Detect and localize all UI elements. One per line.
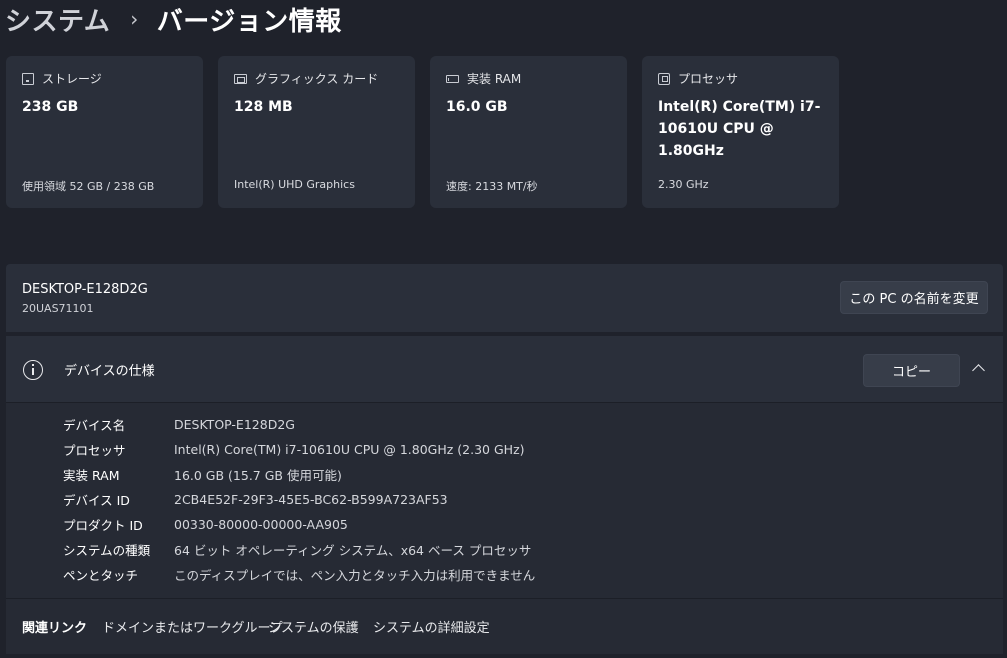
device-spec-header[interactable]: デバイスの仕様 コピー — [6, 336, 1003, 402]
related-links-title: 関連リンク — [22, 621, 88, 636]
rename-pc-button[interactable]: この PC の名前を変更 — [840, 281, 988, 314]
card-value: 16.0 GB — [446, 99, 508, 115]
card-subtitle: 2.30 GHz — [658, 178, 709, 191]
processor-icon — [658, 72, 670, 85]
card-value: 128 MB — [234, 99, 293, 115]
page-title: バージョン情報 — [156, 6, 342, 37]
device-spec-section: デバイスの仕様 コピー デバイス名 DESKTOP-E128D2G プロセッサ … — [6, 336, 1003, 654]
spec-value: 16.0 GB (15.7 GB 使用可能) — [174, 468, 342, 483]
graphics-card: グラフィックス カード 128 MB Intel(R) UHD Graphics — [218, 56, 415, 208]
spec-value: 00330-80000-00000-AA905 — [174, 517, 348, 532]
domain-workgroup-link[interactable]: ドメインまたはワークグループ — [102, 617, 283, 636]
spec-table: デバイス名 DESKTOP-E128D2G プロセッサ Intel(R) Cor… — [6, 412, 1003, 587]
spec-label: 実装 RAM — [63, 468, 120, 483]
card-title: グラフィックス カード — [255, 72, 379, 86]
divider — [6, 402, 1003, 403]
storage-icon — [22, 72, 34, 85]
spec-row: 実装 RAM 16.0 GB (15.7 GB 使用可能) — [6, 462, 1003, 487]
processor-card: プロセッサ Intel(R) Core(TM) i7-10610U CPU @ … — [642, 56, 839, 208]
spec-value: 2CB4E52F-29F3-45E5-BC62-B599A723AF53 — [174, 492, 448, 507]
device-spec-title: デバイスの仕様 — [64, 364, 155, 379]
spec-label: ペンとタッチ — [63, 568, 139, 583]
related-links: 関連リンク ドメインまたはワークグループ システムの保護 システムの詳細設定 — [6, 598, 1003, 654]
device-name-row: DESKTOP-E128D2G 20UAS71101 この PC の名前を変更 — [6, 264, 1003, 332]
device-name: DESKTOP-E128D2G — [22, 282, 148, 297]
spec-label: プロダクト ID — [63, 518, 143, 533]
spec-label: デバイス ID — [63, 493, 130, 508]
spec-label: デバイス名 — [63, 418, 126, 433]
spec-row: ペンとタッチ このディスプレイでは、ペン入力とタッチ入力は利用できません — [6, 562, 1003, 587]
device-model: 20UAS71101 — [22, 302, 94, 315]
spec-row: システムの種類 64 ビット オペレーティング システム、x64 ベース プロセ… — [6, 537, 1003, 562]
spec-label: システムの種類 — [63, 543, 151, 558]
spec-row: プロセッサ Intel(R) Core(TM) i7-10610U CPU @ … — [6, 437, 1003, 462]
copy-button[interactable]: コピー — [863, 354, 960, 387]
breadcrumb-system-link[interactable]: システム — [5, 1, 110, 38]
storage-card: ストレージ 238 GB 使用領域 52 GB / 238 GB — [6, 56, 203, 208]
spec-row: プロダクト ID 00330-80000-00000-AA905 — [6, 512, 1003, 537]
spec-label: プロセッサ — [63, 443, 126, 458]
spec-value: DESKTOP-E128D2G — [174, 417, 295, 432]
settings-page: システム › バージョン情報 ストレージ 238 GB 使用領域 52 GB /… — [0, 0, 1007, 658]
graphics-card-icon — [234, 73, 247, 84]
card-title: プロセッサ — [678, 72, 739, 86]
spec-row: デバイス名 DESKTOP-E128D2G — [6, 412, 1003, 437]
ram-card: 実装 RAM 16.0 GB 速度: 2133 MT/秒 — [430, 56, 627, 208]
ram-icon — [446, 74, 459, 83]
card-value: Intel(R) Core(TM) i7-10610U CPU @ 1.80GH… — [658, 99, 821, 159]
spec-value: このディスプレイでは、ペン入力とタッチ入力は利用できません — [174, 568, 536, 583]
spec-row: デバイス ID 2CB4E52F-29F3-45E5-BC62-B599A723… — [6, 487, 1003, 512]
spec-value: 64 ビット オペレーティング システム、x64 ベース プロセッサ — [174, 543, 532, 558]
system-protection-link[interactable]: システムの保護 — [268, 617, 359, 636]
chevron-up-icon[interactable] — [972, 364, 985, 377]
breadcrumb: システム › バージョン情報 — [5, 0, 342, 38]
card-title: ストレージ — [42, 72, 102, 86]
info-icon — [23, 360, 43, 380]
card-value: 238 GB — [22, 99, 79, 115]
card-title: 実装 RAM — [467, 72, 522, 86]
card-subtitle: 使用領域 52 GB / 238 GB — [22, 180, 155, 193]
card-subtitle: 速度: 2133 MT/秒 — [446, 180, 538, 193]
spec-value: Intel(R) Core(TM) i7-10610U CPU @ 1.80GH… — [174, 442, 525, 457]
breadcrumb-separator-icon: › — [130, 7, 139, 31]
advanced-system-settings-link[interactable]: システムの詳細設定 — [373, 617, 490, 636]
card-subtitle: Intel(R) UHD Graphics — [234, 178, 355, 191]
